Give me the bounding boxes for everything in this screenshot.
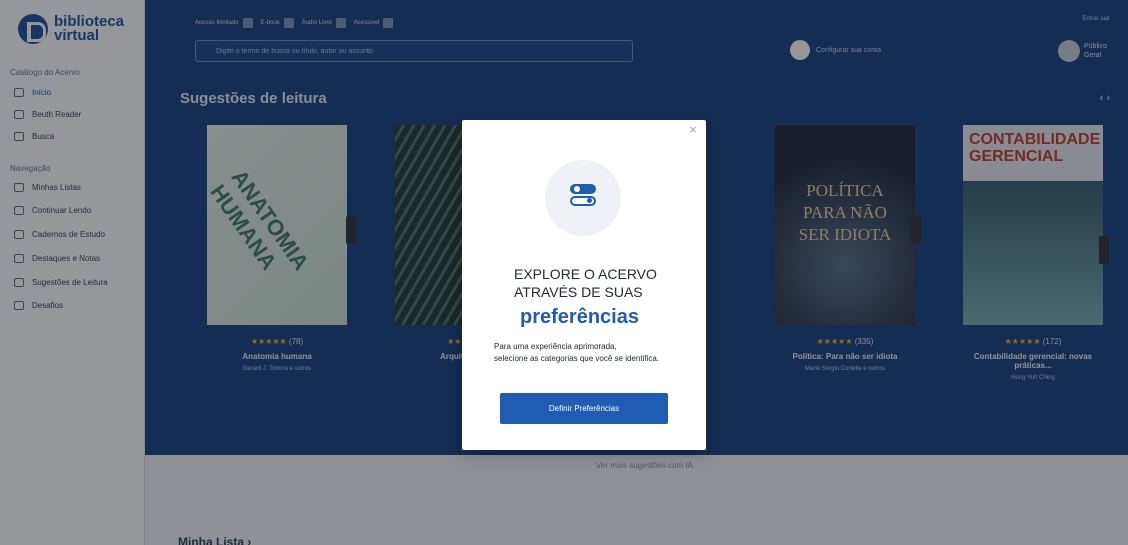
modal-description: Para uma experiência aprimorada, selecio…: [494, 342, 659, 363]
toggle-settings-icon: [545, 160, 621, 236]
define-preferences-button[interactable]: Definir Preferências: [500, 393, 668, 424]
modal-heading: EXPLORE O ACERVO ATRAVÉS DE SUAS: [514, 266, 657, 300]
close-icon[interactable]: ×: [686, 123, 700, 137]
modal-highlight: preferências: [520, 306, 639, 328]
preferences-modal: × EXPLORE O ACERVO ATRAVÉS DE SUAS prefe…: [462, 120, 706, 450]
